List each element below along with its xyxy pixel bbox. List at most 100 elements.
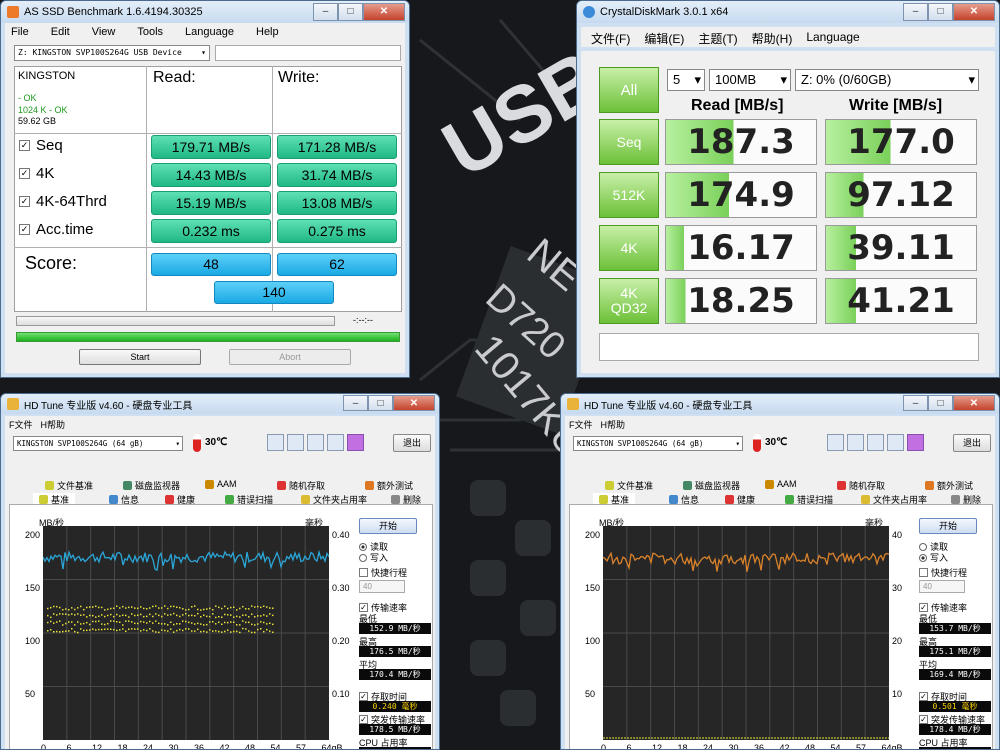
options-icon[interactable] [887, 434, 904, 451]
tab-top-1[interactable]: 磁盘监视器 [123, 479, 180, 492]
abort-button[interactable]: Abort [229, 349, 351, 365]
test-4k-button[interactable]: 4K [599, 225, 659, 271]
tab-top-1[interactable]: 磁盘监视器 [683, 479, 740, 492]
download-icon[interactable] [907, 434, 924, 451]
test-512k-button[interactable]: 512K [599, 172, 659, 218]
start-button[interactable]: Start [79, 349, 201, 365]
y-right-tick: 0.10 [332, 689, 350, 699]
tab-top-2[interactable]: AAM [765, 479, 797, 489]
menu-file[interactable]: F文件 [9, 418, 33, 431]
menu-file[interactable]: F文件 [569, 418, 593, 431]
checkbox-4k-64thrd[interactable]: ✓ [19, 196, 30, 207]
maximize-button[interactable]: □ [368, 395, 393, 411]
count-select[interactable]: 5 ▾ [667, 69, 705, 91]
write-radio[interactable]: 写入 [359, 551, 388, 564]
drive-select[interactable]: Z: KINGSTON SVP100S264G USB Device ▾ [14, 45, 210, 61]
minimize-button[interactable]: – [903, 3, 928, 21]
menu-tools[interactable]: Tools [137, 26, 163, 40]
access-time-point [95, 616, 97, 618]
access-time-point [254, 606, 256, 608]
access-time-point [191, 630, 193, 632]
short-stroke-checkbox[interactable]: 快捷行程 [359, 566, 407, 579]
close-button[interactable]: ✕ [363, 3, 405, 21]
copy-icon[interactable] [827, 434, 844, 451]
all-button[interactable]: All [599, 67, 659, 113]
write-radio[interactable]: 写入 [919, 551, 948, 564]
drive-select[interactable]: Z: 0% (0/60GB) ▾ [795, 69, 979, 91]
access-time-point [272, 623, 274, 626]
size-select[interactable]: 100MB ▾ [709, 69, 791, 91]
access-time-point [155, 613, 157, 615]
comment-field[interactable] [599, 333, 979, 361]
cdm-menu-theme[interactable]: 主题(T) [698, 30, 737, 46]
tab-top-4[interactable]: 额外测试 [365, 479, 413, 492]
access-time-point [212, 613, 214, 615]
minimize-button[interactable]: – [903, 395, 928, 411]
maximize-button[interactable]: □ [928, 395, 953, 411]
access-time-point [185, 620, 187, 623]
short-stroke-input[interactable]: 40 [919, 580, 965, 593]
close-button[interactable]: ✕ [953, 395, 995, 411]
test-4k-qd32-button[interactable]: 4K QD32 [599, 278, 659, 324]
y-left-tick: 200 [25, 530, 41, 540]
checkbox-acc-time[interactable]: ✓ [19, 224, 30, 235]
access-time-point [116, 621, 118, 623]
start-button[interactable]: 开始 [359, 518, 417, 534]
cdm-menu-file[interactable]: 文件(F) [591, 30, 630, 46]
drive-select[interactable]: KINGSTON SVP100S264G (64 gB) ▾ [13, 436, 183, 451]
access-time-point [53, 613, 55, 615]
access-time-point [266, 628, 268, 631]
exit-button[interactable]: 退出 [393, 434, 431, 452]
copy-all-icon[interactable] [847, 434, 864, 451]
checkbox-seq[interactable]: ✓ [19, 140, 30, 151]
tab-top-3[interactable]: 随机存取 [277, 479, 325, 492]
test-seq-button[interactable]: Seq [599, 119, 659, 165]
access-time-point [170, 621, 172, 623]
minimize-button[interactable]: – [313, 3, 338, 21]
access-time-point [155, 605, 157, 607]
minimize-button[interactable]: – [343, 395, 368, 411]
access-time-point [152, 615, 154, 618]
access-time-point [71, 613, 73, 615]
access-time-point [65, 630, 67, 632]
menu-edit[interactable]: Edit [51, 26, 70, 40]
tab-top-3[interactable]: 随机存取 [837, 479, 885, 492]
menu-help[interactable]: H帮助 [601, 418, 626, 431]
menu-view[interactable]: View [92, 26, 116, 40]
copy-icon[interactable] [267, 434, 284, 451]
access-time-point [200, 623, 202, 625]
start-button[interactable]: 开始 [919, 518, 977, 534]
cdm-menu-help[interactable]: 帮助(H) [752, 30, 793, 46]
short-stroke-input[interactable]: 40 [359, 580, 405, 593]
drive-select[interactable]: KINGSTON SVP100S264G (64 gB) ▾ [573, 436, 743, 451]
maximize-button[interactable]: □ [928, 3, 953, 21]
menu-help[interactable]: Help [256, 26, 279, 40]
exit-button[interactable]: 退出 [953, 434, 991, 452]
tab-top-4[interactable]: 额外测试 [925, 479, 973, 492]
save-icon[interactable] [307, 434, 324, 451]
menu-help[interactable]: H帮助 [41, 418, 66, 431]
checkbox-4k[interactable]: ✓ [19, 168, 30, 179]
save-icon[interactable] [867, 434, 884, 451]
menu-file[interactable]: File [11, 26, 29, 40]
close-button[interactable]: ✕ [393, 395, 435, 411]
maximize-button[interactable]: □ [338, 3, 363, 21]
elapsed-time: -:--:-- [353, 315, 373, 325]
cdm-menu-language[interactable]: Language [806, 30, 859, 44]
x-tick: 12 [652, 743, 663, 750]
options-icon[interactable] [327, 434, 344, 451]
short-stroke-checkbox[interactable]: 快捷行程 [919, 566, 967, 579]
close-button[interactable]: ✕ [953, 3, 995, 21]
x-tick: 0 [601, 743, 607, 750]
download-icon[interactable] [347, 434, 364, 451]
tab-top-0[interactable]: 文件基准 [605, 479, 653, 492]
tab-top-0[interactable]: 文件基准 [45, 479, 93, 492]
write-radio-label: 写入 [930, 553, 949, 563]
burst-rate-value: 178.4 MB/秒 [919, 724, 991, 735]
access-time-point [212, 630, 214, 632]
access-time-point [221, 623, 223, 625]
cdm-menu-edit[interactable]: 编辑(E) [644, 30, 684, 46]
menu-language[interactable]: Language [185, 26, 234, 40]
tab-top-2[interactable]: AAM [205, 479, 237, 489]
copy-all-icon[interactable] [287, 434, 304, 451]
